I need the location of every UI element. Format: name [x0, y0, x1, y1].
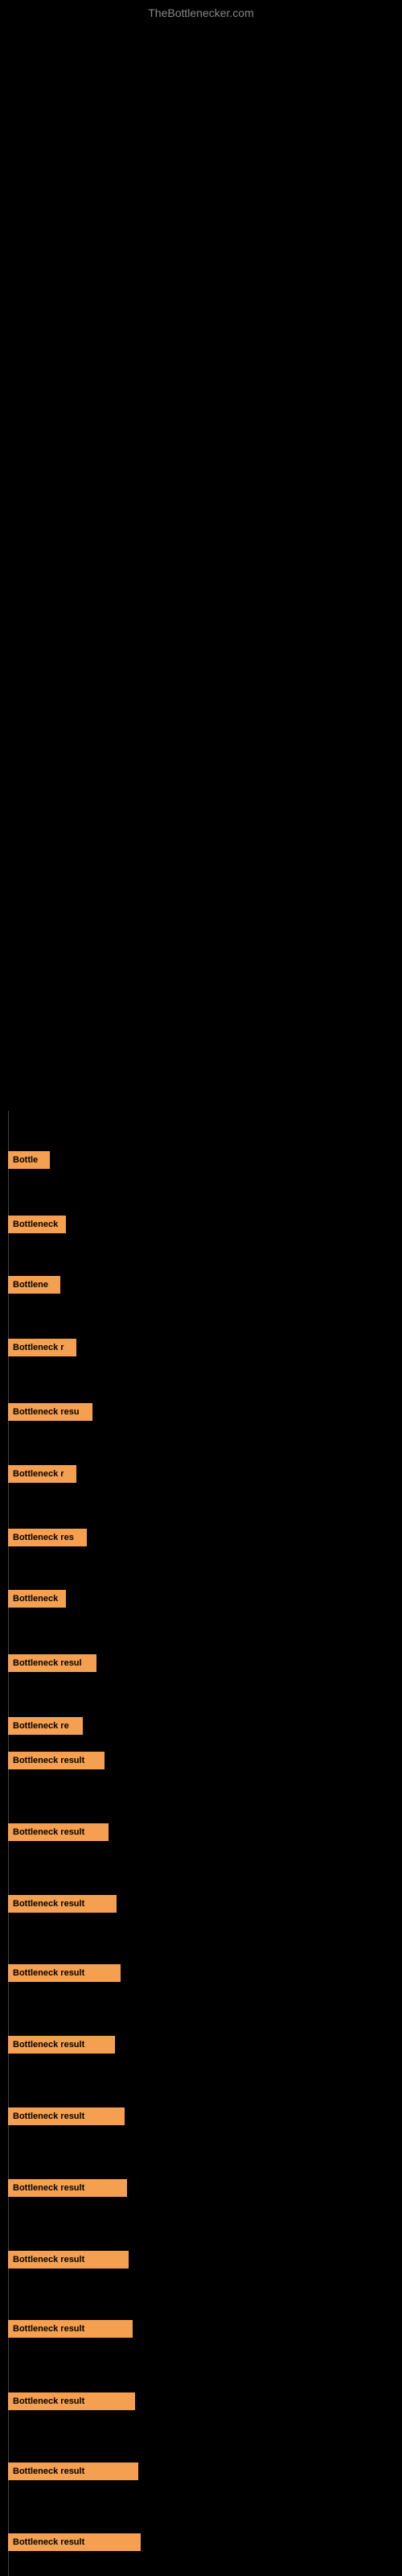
bottleneck-bar-8: Bottleneck	[8, 1590, 66, 1608]
bottleneck-item-12: Bottleneck result	[8, 1823, 109, 1845]
bottleneck-bar-11: Bottleneck result	[8, 1752, 105, 1769]
bottleneck-item-10: Bottleneck re	[8, 1717, 83, 1739]
bottleneck-item-17: Bottleneck result	[8, 2179, 127, 2201]
bottleneck-item-11: Bottleneck result	[8, 1752, 105, 1773]
bottleneck-bar-7: Bottleneck res	[8, 1529, 87, 1546]
site-title-container: TheBottlenecker.com	[0, 0, 402, 23]
bottleneck-bar-14: Bottleneck result	[8, 1964, 121, 1982]
bottleneck-item-13: Bottleneck result	[8, 1895, 117, 1917]
bottleneck-item-3: Bottlene	[8, 1276, 60, 1298]
bottleneck-bar-13: Bottleneck result	[8, 1895, 117, 1913]
bottleneck-bar-2: Bottleneck	[8, 1216, 66, 1233]
chart-area	[0, 23, 402, 828]
bottleneck-bar-18: Bottleneck result	[8, 2251, 129, 2268]
bottleneck-bar-9: Bottleneck resul	[8, 1654, 96, 1672]
bottleneck-item-22: Bottleneck result	[8, 2533, 141, 2555]
site-title: TheBottlenecker.com	[0, 0, 402, 23]
bottleneck-item-5: Bottleneck resu	[8, 1403, 92, 1425]
bottleneck-item-18: Bottleneck result	[8, 2251, 129, 2273]
bottleneck-item-6: Bottleneck r	[8, 1465, 76, 1487]
bottleneck-item-8: Bottleneck	[8, 1590, 66, 1612]
bottleneck-item-7: Bottleneck res	[8, 1529, 87, 1550]
bottleneck-item-9: Bottleneck resul	[8, 1654, 96, 1676]
bottleneck-bar-22: Bottleneck result	[8, 2533, 141, 2551]
bottleneck-bar-19: Bottleneck result	[8, 2320, 133, 2338]
bottleneck-bar-10: Bottleneck re	[8, 1717, 83, 1735]
bottleneck-item-20: Bottleneck result	[8, 2392, 135, 2414]
bottleneck-bar-21: Bottleneck result	[8, 2462, 138, 2480]
bottleneck-bar-3: Bottlene	[8, 1276, 60, 1294]
bottleneck-item-21: Bottleneck result	[8, 2462, 138, 2484]
bottleneck-item-14: Bottleneck result	[8, 1964, 121, 1986]
bottleneck-bar-15: Bottleneck result	[8, 2036, 115, 2054]
bottleneck-item-1: Bottle	[8, 1151, 50, 1173]
bottleneck-bar-1: Bottle	[8, 1151, 50, 1169]
bottleneck-item-4: Bottleneck r	[8, 1339, 76, 1360]
bottleneck-bar-20: Bottleneck result	[8, 2392, 135, 2410]
bottleneck-item-16: Bottleneck result	[8, 2107, 125, 2129]
bottleneck-item-15: Bottleneck result	[8, 2036, 115, 2058]
bottleneck-bar-6: Bottleneck r	[8, 1465, 76, 1483]
bottleneck-bar-12: Bottleneck result	[8, 1823, 109, 1841]
bottleneck-item-19: Bottleneck result	[8, 2320, 133, 2342]
bottleneck-bar-4: Bottleneck r	[8, 1339, 76, 1356]
bottleneck-bar-5: Bottleneck resu	[8, 1403, 92, 1421]
bottleneck-bar-16: Bottleneck result	[8, 2107, 125, 2125]
bottleneck-item-2: Bottleneck	[8, 1216, 66, 1237]
bottleneck-bar-17: Bottleneck result	[8, 2179, 127, 2197]
